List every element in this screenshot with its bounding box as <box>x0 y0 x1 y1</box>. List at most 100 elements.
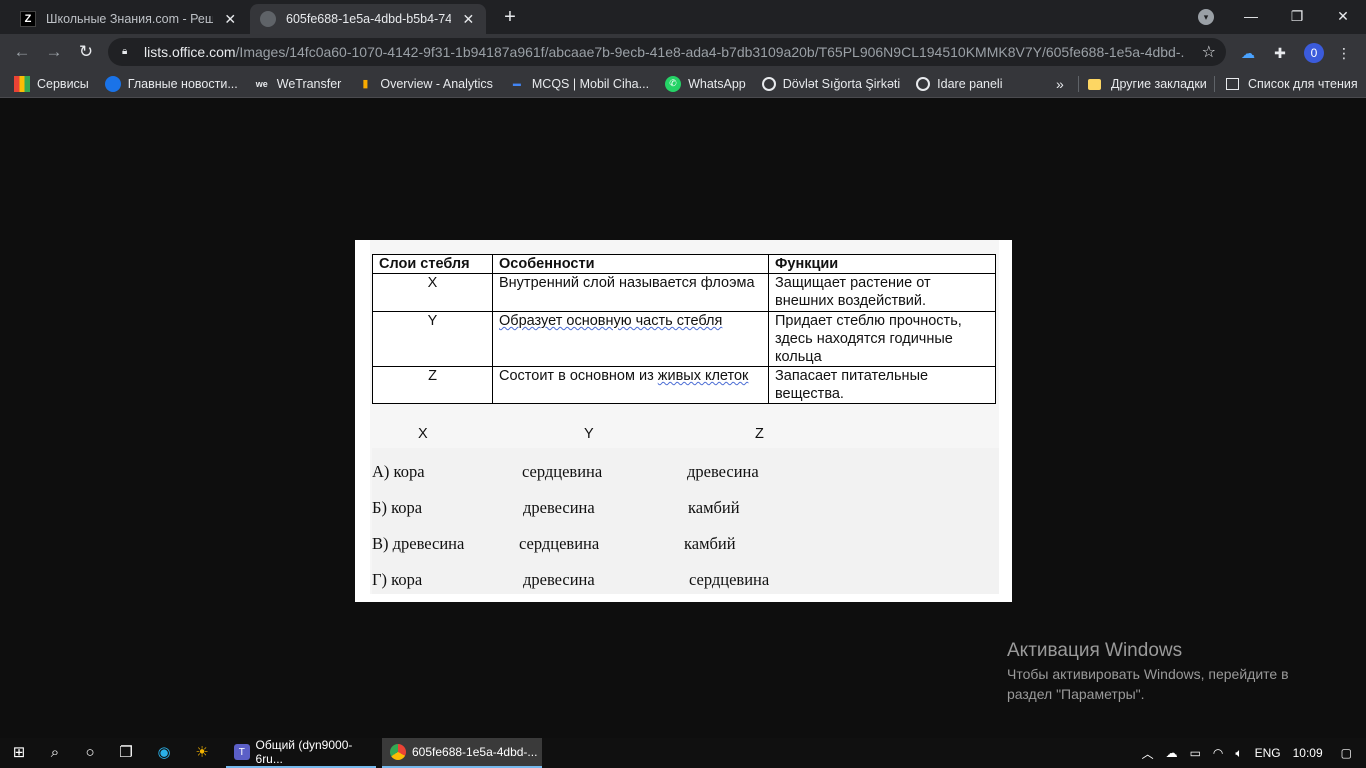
minimize-button[interactable]: — <box>1228 8 1274 24</box>
layer-cell: X <box>372 273 493 312</box>
reload-icon[interactable]: ↻ <box>74 41 98 65</box>
column-label-z: Z <box>755 426 764 442</box>
option-z: камбий <box>688 498 740 517</box>
bookmark-star-icon[interactable]: ☆ <box>1202 42 1216 62</box>
tab-znanija[interactable]: Z Школьные Знания.com - Решае ✕ <box>10 4 248 34</box>
tab-image[interactable]: 605fe688-1e5a-4dbd-b5b4-74b8 ✕ <box>250 4 486 34</box>
tab-title: Школьные Знания.com - Решае <box>46 12 213 26</box>
bookmark-news[interactable]: Главные новости... <box>104 75 238 92</box>
tab-title: 605fe688-1e5a-4dbd-b5b4-74b8 <box>286 12 451 26</box>
taskbar-app-teams[interactable]: T Общий (dyn9000-6ru... <box>226 738 376 768</box>
address-bar[interactable]: 🔒︎ lists.office.com/Images/14fc0a60-1070… <box>108 38 1226 66</box>
extensions-puzzle-icon[interactable]: ✚ <box>1270 43 1290 63</box>
cloud-extension-icon[interactable]: ☁ <box>1238 43 1258 63</box>
option-y: сердцевина <box>522 462 603 481</box>
forward-arrow-icon[interactable]: → <box>42 41 66 65</box>
bookmark-dovlet[interactable]: Dövlət Sığorta Şirkəti <box>761 76 900 91</box>
option-z: камбий <box>684 534 736 553</box>
tab-strip: Z Школьные Знания.com - Решае ✕ 605fe688… <box>0 0 1366 34</box>
watermark-line: Чтобы активировать Windows, перейдите в <box>1007 666 1289 682</box>
browser-toolbar: ← → ↻ 🔒︎ lists.office.com/Images/14fc0a6… <box>0 34 1366 70</box>
folder-icon <box>1088 78 1101 90</box>
feature-cell: Образует основную часть стебля <box>492 311 769 367</box>
taskbar-app-chrome[interactable]: 605fe688-1e5a-4dbd-... <box>382 738 542 768</box>
wetransfer-icon: we <box>255 78 268 89</box>
analytics-icon: ▮ <box>362 78 369 90</box>
bookmark-idare[interactable]: Idare paneli <box>916 76 1002 91</box>
profile-avatar-icon[interactable]: 0 <box>1304 43 1324 63</box>
bookmarks-divider <box>1078 76 1079 92</box>
show-hidden-icons-icon[interactable]: ︿ <box>1142 745 1154 762</box>
column-label-y: Y <box>584 426 594 442</box>
option-label: Б) кора <box>372 498 423 517</box>
bookmark-services[interactable]: Сервисы <box>14 75 89 92</box>
function-cell: Защищает растение от внешних воздействий… <box>768 273 996 312</box>
watermark-title: Активация Windows <box>1007 640 1183 661</box>
globe-icon <box>260 11 276 27</box>
bookmark-mcqs[interactable]: ▬ MCQS | Mobil Ciha... <box>509 76 649 92</box>
chrome-icon <box>390 744 406 760</box>
table-header-row: Слои стебля Особенности Функции <box>372 254 996 274</box>
taskbar: ⊞ ⌕ ○ ❐ ◉ ☀ T Общий (dyn9000-6ru... 605f… <box>0 738 1366 768</box>
battery-icon[interactable]: ▭ <box>1190 746 1201 760</box>
edge-icon[interactable]: ◉ <box>153 743 175 763</box>
option-label: Г) кора <box>372 570 423 589</box>
option-z: сердцевина <box>689 570 770 589</box>
reading-list[interactable]: Список для чтения <box>1226 70 1358 98</box>
weather-icon[interactable]: ☀ <box>191 743 213 763</box>
lock-icon: 🔒︎ <box>122 46 128 57</box>
maximize-button[interactable]: ❐ <box>1274 8 1320 25</box>
task-view-icon[interactable]: ❐ <box>115 743 137 763</box>
volume-icon[interactable]: 🔈︎ <box>1235 746 1242 761</box>
table-row: Y Образует основную часть стебля Придает… <box>372 311 996 367</box>
close-button[interactable]: ✕ <box>1320 8 1366 25</box>
back-arrow-icon[interactable]: ← <box>10 41 34 65</box>
mcqs-icon: ▬ <box>512 79 521 88</box>
table-row: Z Состоит в основном из живых клеток Зап… <box>372 366 996 404</box>
tab-search-icon[interactable]: ▾ <box>1198 9 1214 25</box>
cortana-icon[interactable]: ○ <box>79 743 101 763</box>
bookmark-analytics[interactable]: ▮ Overview - Analytics <box>357 76 493 92</box>
language-indicator[interactable]: ENG <box>1255 746 1281 760</box>
bookmark-wetransfer[interactable]: we WeTransfer <box>254 76 342 92</box>
bookmarks-more-icon[interactable]: » <box>1056 76 1064 92</box>
news-icon <box>104 75 121 92</box>
other-bookmarks[interactable]: Другие закладки <box>1088 70 1207 98</box>
feature-cell: Внутренний слой называется флоэма <box>492 273 769 312</box>
option-z: древесина <box>687 462 759 481</box>
system-tray: ︿ ☁ ▭ ◠ 🔈︎ ENG 10:09 ▢ <box>1142 738 1366 768</box>
teams-icon: T <box>234 744 250 760</box>
menu-dots-icon[interactable]: ⋮ <box>1334 43 1354 63</box>
function-cell: Придает стеблю прочность, здесь находятс… <box>768 311 996 367</box>
table-header: Особенности <box>492 254 769 274</box>
new-tab-button[interactable]: + <box>498 6 522 29</box>
function-cell: Запасает питательные вещества. <box>768 366 996 404</box>
tab-close-icon[interactable]: ✕ <box>461 11 476 28</box>
table-header: Функции <box>768 254 996 274</box>
layer-cell: Z <box>372 366 493 404</box>
notifications-icon[interactable]: ▢ <box>1341 746 1352 760</box>
whatsapp-icon: ✆ <box>665 75 682 92</box>
answer-options: А) кора сердцевина древесина Б) кора дре… <box>372 448 999 594</box>
bookmarks-divider <box>1214 76 1215 92</box>
apps-icon <box>14 75 30 92</box>
tab-close-icon[interactable]: ✕ <box>223 11 238 28</box>
windows-start-icon[interactable]: ⊞ <box>8 743 30 763</box>
windows-activation-watermark: Активация Windows Чтобы активировать Win… <box>1007 640 1289 704</box>
image-content: Слои стебля Особенности Функции X Внутре… <box>370 240 999 594</box>
globe-icon <box>916 76 931 91</box>
reading-list-icon <box>1226 78 1239 90</box>
search-icon[interactable]: ⌕ <box>44 743 66 763</box>
bookmark-whatsapp[interactable]: ✆ WhatsApp <box>665 75 746 92</box>
option-y: древесина <box>523 570 595 589</box>
znanija-icon: Z <box>20 11 36 27</box>
column-label-x: X <box>418 426 428 442</box>
url-text[interactable]: lists.office.com/Images/14fc0a60-1070-41… <box>144 44 1184 60</box>
clock[interactable]: 10:09 <box>1293 746 1323 760</box>
wifi-icon[interactable]: ◠ <box>1213 746 1223 760</box>
feature-cell: Состоит в основном из живых клеток <box>492 366 769 404</box>
layer-cell: Y <box>372 311 493 367</box>
option-label: А) кора <box>372 462 425 481</box>
onedrive-icon[interactable]: ☁ <box>1166 746 1178 760</box>
table-header: Слои стебля <box>372 254 493 274</box>
